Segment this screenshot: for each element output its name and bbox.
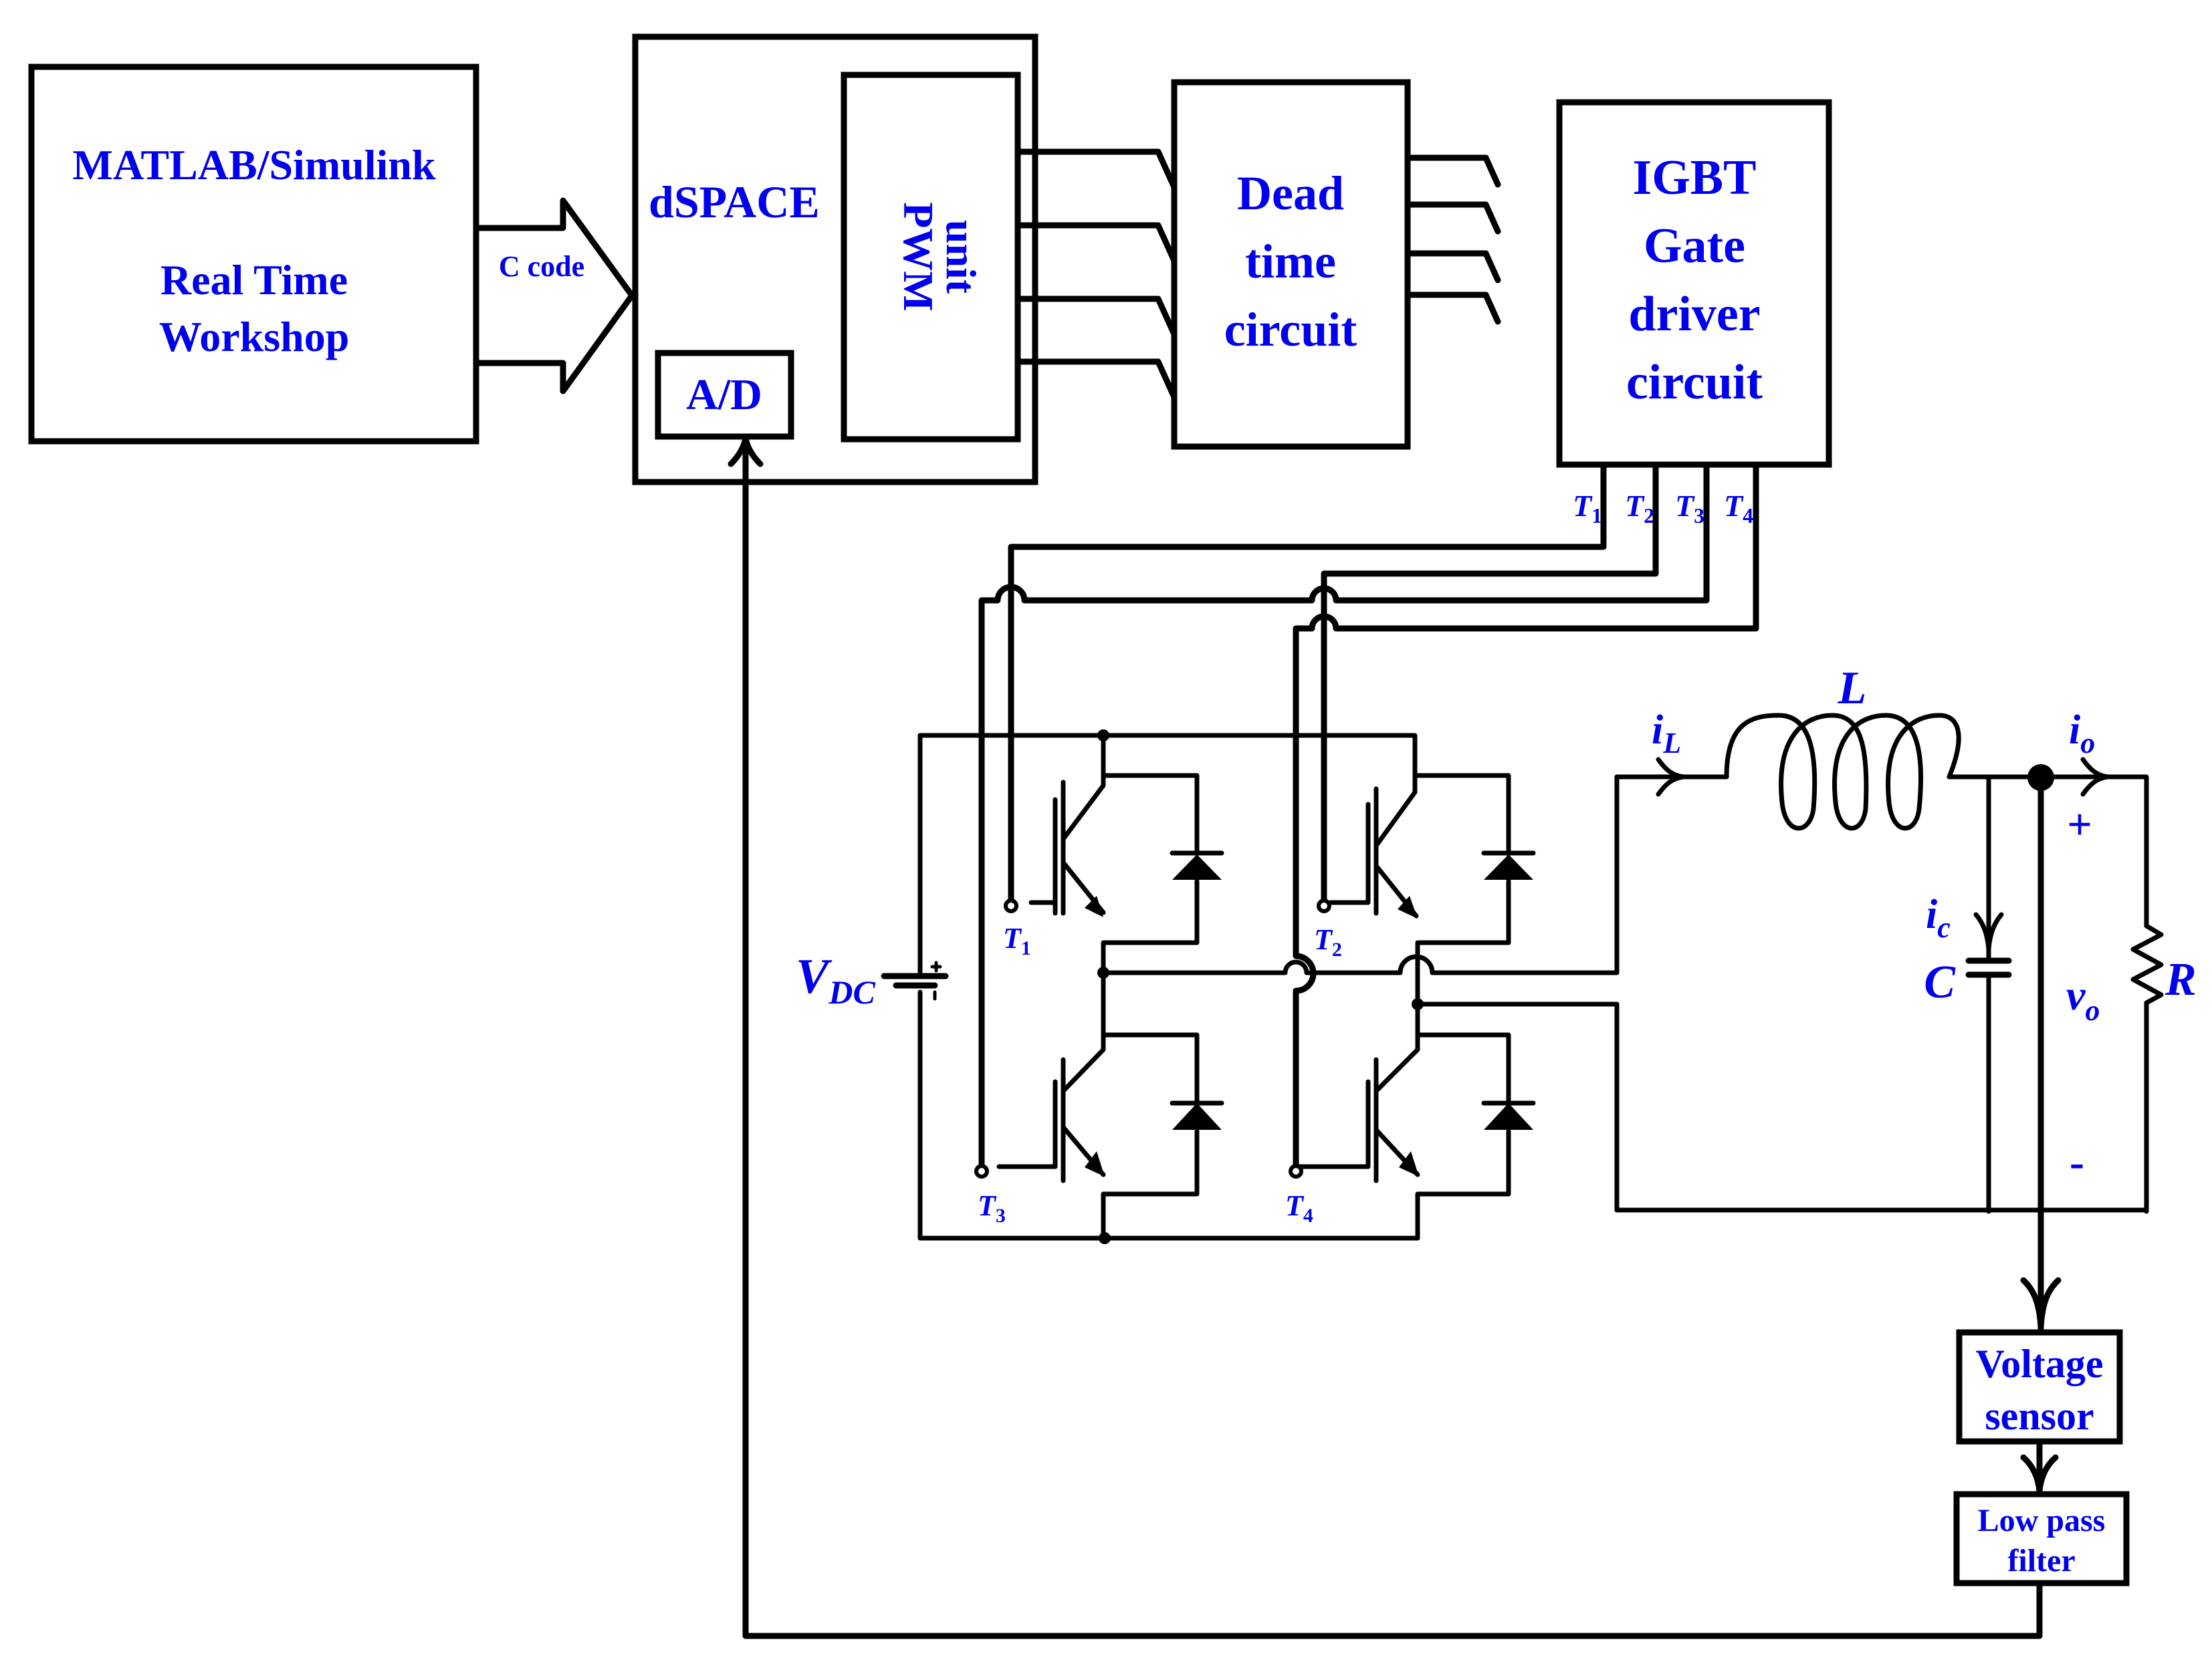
resistor-label: R (2165, 954, 2197, 1005)
t2-switch-label: T2 (1314, 923, 1342, 961)
h-bridge: VDC T1 T3 T2 T4 (796, 729, 1620, 1244)
matlab-label: MATLAB/Simulink (73, 141, 436, 189)
dc-source-icon (881, 961, 949, 1001)
inductor-label: L (1838, 663, 1867, 714)
node-dc-minus (1099, 1232, 1111, 1244)
filter-label: filter (2007, 1543, 2075, 1578)
ic-label: ic (1926, 892, 1951, 944)
gate-label-t2: T2 (1625, 489, 1654, 527)
voltage-label: Voltage (1975, 1342, 2103, 1386)
sensor-label: sensor (1985, 1394, 2094, 1438)
inverter-control-diagram: MATLAB/Simulink Real Time Workshop C cod… (28, 33, 2197, 1639)
vo-label: vo (2066, 971, 2100, 1027)
ad-converter-block: A/D (655, 350, 794, 440)
capacitor-label: C (1924, 957, 1956, 1008)
gate-label-t1: T1 (1573, 489, 1602, 527)
io-label: io (2069, 707, 2095, 759)
workshop-label: Workshop (159, 313, 350, 360)
gate-label-t4: T4 (1724, 489, 1753, 527)
low-pass-label: Low pass (1978, 1503, 2106, 1538)
gate-label: Gate (1644, 219, 1745, 273)
circuit-label: circuit (1224, 303, 1357, 356)
igbt-t4: T4 (1285, 1001, 1536, 1241)
ad-label: A/D (686, 370, 762, 419)
driver-label: driver (1628, 287, 1760, 342)
matlab-simulink-block: MATLAB/Simulink Real Time Workshop (28, 64, 479, 445)
vdc-label: VDC (796, 949, 875, 1011)
time-label: time (1245, 235, 1336, 288)
igbt-t1: T1 (1003, 733, 1224, 980)
low-pass-filter-block: Low pass filter (1953, 1491, 2130, 1586)
c-code-arrow: C code (473, 197, 635, 394)
voltage-sensor-block: Voltage sensor (1956, 1329, 2123, 1445)
igbt-label: IGBT (1632, 150, 1756, 205)
dead-label: Dead (1237, 166, 1344, 220)
sensor-to-filter-wire (2020, 1438, 2059, 1496)
capacitor-icon (1965, 957, 2012, 978)
vo-minus-label: - (2070, 1138, 2084, 1187)
il-label: iL (1652, 707, 1681, 759)
resistor-icon (2130, 923, 2164, 1214)
dspace-block: dSPACE PWM unit A/D (632, 33, 1038, 485)
feedback-wire (742, 438, 2043, 1639)
driver-circuit-label: circuit (1626, 355, 1763, 410)
igbt-gate-driver-block: IGBT Gate driver circuit (1556, 99, 1832, 468)
unit-label: unit (937, 220, 985, 294)
pwm-unit-block: PWM unit (841, 72, 1021, 443)
gate-signal-labels: T1 T2 T3 T4 (1573, 489, 1753, 527)
inductor-icon (1724, 713, 1961, 831)
igbt-t2: T2 (1314, 773, 1536, 1007)
real-time-label: Real Time (160, 256, 348, 304)
pwm-to-deadtime-wires (1014, 148, 1178, 400)
t4-switch-label: T4 (1285, 1189, 1313, 1227)
lc-filter-load: L iL io ic C R + - vo (1614, 663, 2197, 1335)
t1-switch-label: T1 (1003, 922, 1031, 959)
igbt-t3: T3 (974, 970, 1224, 1241)
dspace-label: dSPACE (649, 176, 820, 227)
pwm-label: PWM (895, 202, 942, 312)
vo-plus-label: + (2067, 800, 2092, 849)
dead-time-block: Dead time circuit (1171, 79, 1411, 450)
deadtime-to-driver-wires (1404, 154, 1501, 325)
gate-label-t3: T3 (1675, 489, 1704, 527)
node-dc-plus (1097, 729, 1109, 741)
t3-switch-label: T3 (978, 1189, 1006, 1227)
c-code-label: C code (499, 250, 584, 283)
